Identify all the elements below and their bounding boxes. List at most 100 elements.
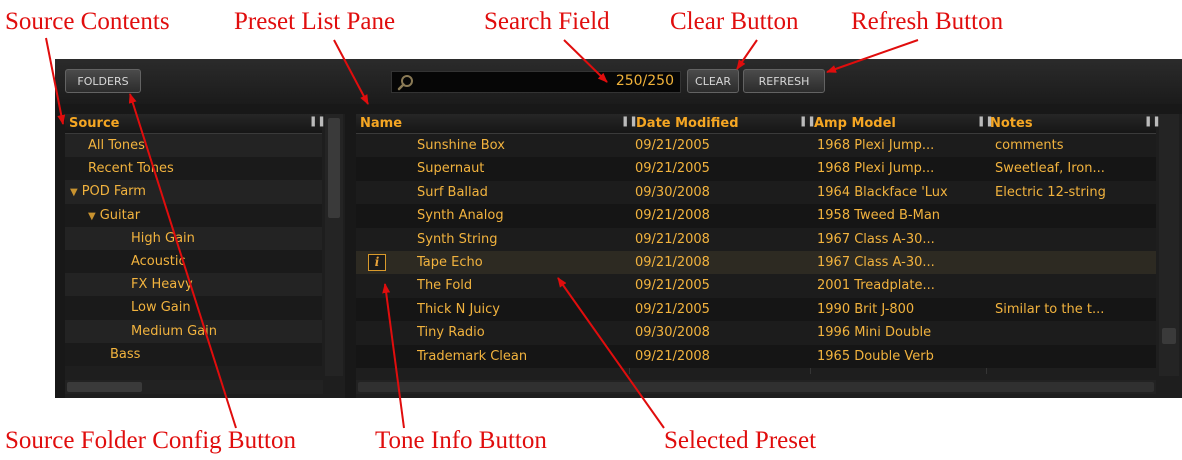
preset-date: 09/21/2005 bbox=[635, 161, 710, 177]
preset-notes: Sweetleaf, Iron... bbox=[995, 161, 1105, 177]
preset-date: 09/21/2005 bbox=[635, 301, 710, 317]
preset-date: 09/30/2008 bbox=[635, 184, 710, 200]
preset-column-headers: Name ❚❚ Date Modified ❚❚ Amp Model ❚❚ No… bbox=[356, 114, 1161, 134]
preset-date: 09/30/2008 bbox=[635, 325, 710, 341]
preset-amp-model: 2001 Treadplate... bbox=[817, 278, 935, 294]
callout-source-contents: Source Contents bbox=[5, 8, 170, 35]
toolbar: FOLDERS 250/250 CLEAR REFRESH bbox=[55, 59, 1182, 104]
preset-date: 09/21/2008 bbox=[635, 208, 710, 224]
source-item-low-gain[interactable]: Low Gain bbox=[65, 296, 322, 320]
callout-search-field: Search Field bbox=[484, 8, 610, 35]
preset-name: Supernaut bbox=[417, 161, 485, 177]
source-vertical-scrollbar[interactable] bbox=[325, 114, 343, 376]
preset-date: 09/21/2005 bbox=[635, 278, 710, 294]
source-item-label: FX Heavy bbox=[131, 277, 193, 293]
preset-vertical-scrollbar[interactable] bbox=[1159, 114, 1179, 376]
preset-name: Thick N Juicy bbox=[417, 301, 500, 317]
preset-amp-model: 1965 Double Verb bbox=[817, 348, 934, 364]
source-item-label: Medium Gain bbox=[131, 323, 218, 339]
callout-refresh-button: Refresh Button bbox=[851, 8, 1004, 35]
callout-clear-button: Clear Button bbox=[670, 8, 799, 35]
expand-triangle-icon[interactable]: ▼ bbox=[88, 211, 96, 222]
source-item-label: Bass bbox=[110, 346, 141, 362]
source-horizontal-scrollbar[interactable] bbox=[65, 380, 323, 394]
tone-info-button[interactable]: i bbox=[368, 253, 386, 271]
column-header-name[interactable]: Name bbox=[360, 116, 402, 131]
callout-tone-info-button: Tone Info Button bbox=[375, 427, 547, 454]
source-item-label: Low Gain bbox=[131, 300, 191, 316]
preset-row[interactable]: Surf Ballad 09/30/2008 1964 Blackface 'L… bbox=[356, 180, 1156, 205]
preset-amp-model: 1968 Plexi Jump... bbox=[817, 138, 935, 153]
preset-date: 09/21/2008 bbox=[635, 231, 710, 247]
source-item-guitar[interactable]: ▼ Guitar bbox=[65, 203, 322, 227]
refresh-button[interactable]: REFRESH bbox=[743, 69, 825, 93]
clear-button[interactable]: CLEAR bbox=[687, 69, 739, 93]
preset-notes: comments bbox=[995, 138, 1064, 153]
preset-name: Synth String bbox=[417, 231, 498, 247]
source-column-header[interactable]: Source ❚❚ bbox=[65, 114, 326, 134]
preset-name: The Fold bbox=[417, 278, 473, 294]
scroll-thumb[interactable] bbox=[1162, 328, 1176, 344]
source-item-all-tones[interactable]: All Tones bbox=[65, 134, 322, 158]
column-header-date-modified[interactable]: Date Modified bbox=[636, 116, 739, 131]
source-item-acoustic[interactable]: Acoustic bbox=[65, 249, 322, 274]
source-item-label: Acoustic bbox=[131, 253, 186, 269]
preset-row[interactable]: Trademark Clean 09/21/2008 1965 Double V… bbox=[356, 344, 1156, 368]
source-list: All Tones Recent Tones ▼ POD Farm ▼ Guitar… bbox=[65, 134, 322, 366]
scroll-thumb[interactable] bbox=[358, 382, 1154, 392]
source-item-pod-farm[interactable]: ▼ POD Farm bbox=[65, 180, 322, 204]
source-item-label: Guitar bbox=[99, 207, 141, 223]
preset-name: Tape Echo bbox=[417, 254, 483, 270]
preset-name: Synth Analog bbox=[417, 208, 504, 224]
search-icon bbox=[397, 75, 413, 91]
source-item-recent-tones[interactable]: Recent Tones bbox=[65, 157, 322, 181]
preset-name: Surf Ballad bbox=[417, 184, 488, 200]
preset-row[interactable]: Supernaut 09/21/2005 1968 Plexi Jump... … bbox=[356, 157, 1156, 181]
preset-row[interactable]: Synth String 09/21/2008 1967 Class A-30.… bbox=[356, 227, 1156, 251]
scroll-thumb[interactable] bbox=[67, 382, 142, 392]
preset-date: 09/21/2005 bbox=[635, 138, 710, 153]
source-item-high-gain[interactable]: High Gain bbox=[65, 226, 322, 250]
preset-date: 09/21/2008 bbox=[635, 348, 710, 364]
preset-row[interactable]: Synth Analog 09/21/2008 1958 Tweed B-Man bbox=[356, 204, 1156, 228]
preset-row[interactable]: The Fold 09/21/2005 2001 Treadplate... bbox=[356, 274, 1156, 298]
search-result-count: 250/250 bbox=[615, 73, 674, 89]
preset-amp-model: 1958 Tweed B-Man bbox=[817, 208, 941, 224]
preset-row[interactable]: Tiny Radio 09/30/2008 1996 Mini Double bbox=[356, 321, 1156, 345]
column-resize-grip-icon[interactable]: ❚❚ bbox=[309, 116, 326, 127]
preset-row-selected[interactable]: i Tape Echo 09/21/2008 1967 Class A-30..… bbox=[356, 250, 1156, 275]
preset-notes: Similar to the t... bbox=[995, 301, 1105, 317]
source-item-fx-heavy[interactable]: FX Heavy bbox=[65, 273, 322, 297]
expand-triangle-icon[interactable]: ▼ bbox=[70, 187, 78, 198]
preset-name: Tiny Radio bbox=[417, 325, 485, 341]
preset-row[interactable]: Thick N Juicy 09/21/2005 1990 Brit J-800… bbox=[356, 297, 1156, 322]
preset-name: Trademark Clean bbox=[417, 348, 528, 364]
preset-amp-model: 1967 Class A-30... bbox=[817, 231, 935, 247]
source-item-medium-gain[interactable]: Medium Gain bbox=[65, 319, 322, 343]
folders-button[interactable]: FOLDERS bbox=[65, 69, 141, 93]
preset-row[interactable]: Sunshine Box 09/21/2005 1968 Plexi Jump.… bbox=[356, 134, 1156, 158]
preset-amp-model: 1967 Class A-30... bbox=[817, 254, 935, 270]
preset-amp-model: 1990 Brit J-800 bbox=[817, 301, 915, 317]
preset-horizontal-scrollbar[interactable] bbox=[356, 380, 1156, 394]
callout-source-folder-config-button: Source Folder Config Button bbox=[5, 427, 296, 454]
callout-selected-preset: Selected Preset bbox=[664, 427, 817, 454]
column-header-notes[interactable]: Notes bbox=[990, 116, 1033, 131]
preset-table-body: Sunshine Box 09/21/2005 1968 Plexi Jump.… bbox=[356, 134, 1156, 368]
source-item-label: All Tones bbox=[88, 138, 145, 153]
source-item-label: High Gain bbox=[131, 230, 195, 246]
source-item-bass[interactable]: Bass bbox=[65, 342, 322, 366]
column-header-amp-model[interactable]: Amp Model bbox=[814, 116, 896, 131]
preset-amp-model: 1996 Mini Double bbox=[817, 325, 932, 341]
preset-notes: Electric 12-string bbox=[995, 184, 1106, 200]
preset-list-pane: Name ❚❚ Date Modified ❚❚ Amp Model ❚❚ No… bbox=[356, 114, 1182, 398]
preset-amp-model: 1968 Plexi Jump... bbox=[817, 161, 935, 177]
search-field[interactable]: 250/250 bbox=[391, 71, 681, 93]
preset-name: Sunshine Box bbox=[417, 138, 505, 153]
source-item-label: Recent Tones bbox=[88, 161, 174, 177]
scroll-thumb[interactable] bbox=[328, 118, 340, 218]
source-header-label: Source bbox=[69, 116, 120, 131]
source-item-label: POD Farm bbox=[81, 184, 146, 200]
search-input[interactable] bbox=[420, 73, 600, 91]
callout-preset-list-pane: Preset List Pane bbox=[234, 8, 396, 35]
